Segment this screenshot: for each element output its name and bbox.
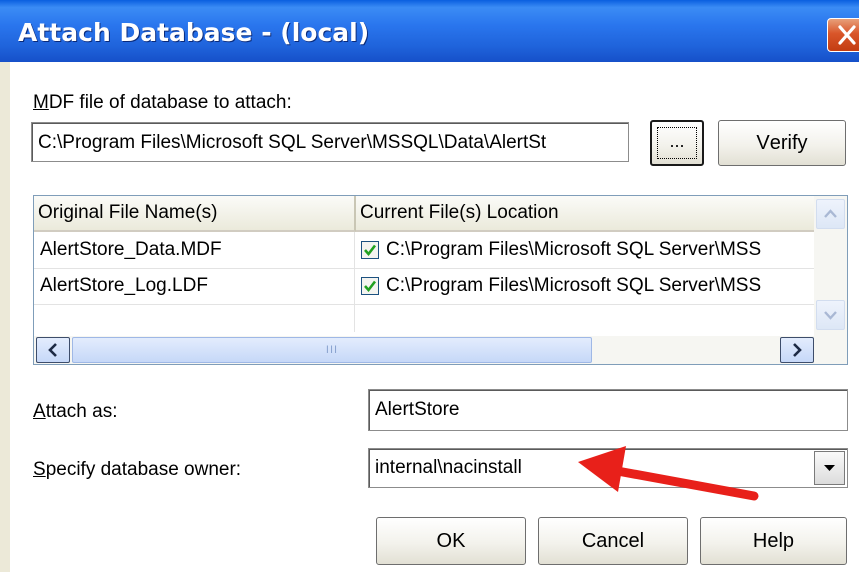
scroll-grip: III: [325, 344, 339, 356]
column-header-original-name[interactable]: Original File Name(s): [34, 196, 356, 232]
database-files-list[interactable]: Original File Name(s) Current File(s) Lo…: [33, 195, 848, 365]
close-icon: [838, 25, 856, 45]
chevron-down-icon: [824, 311, 837, 320]
database-owner-label: Specify database owner:: [33, 459, 241, 481]
attach-as-input[interactable]: AlertStore: [368, 389, 848, 431]
verify-label: erify: [769, 131, 808, 154]
file-name-cell: AlertStore_Data.MDF: [40, 239, 222, 260]
chevron-left-icon: [48, 343, 57, 357]
attach-as-accesskey: A: [33, 401, 46, 422]
owner-accesskey: S: [33, 459, 46, 480]
browse-focus-rect: [657, 127, 697, 159]
owner-value: internal\nacinstall: [375, 457, 522, 478]
annotation-arrow: [578, 446, 759, 501]
browse-button[interactable]: ...: [650, 120, 704, 166]
attach-as-value: AlertStore: [375, 399, 460, 420]
attach-as-text: ttach as:: [45, 401, 118, 422]
cancel-button[interactable]: Cancel: [538, 517, 688, 565]
ok-button[interactable]: OK: [376, 517, 526, 565]
scroll-right-button[interactable]: [780, 337, 814, 363]
file-location-cell: C:\Program Files\Microsoft SQL Server\MS…: [386, 275, 762, 296]
horizontal-scrollbar[interactable]: III: [34, 336, 847, 364]
grid-line: [354, 232, 355, 332]
verify-accesskey: V: [756, 131, 770, 154]
title-bar[interactable]: Attach Database - (local): [0, 0, 859, 62]
window-title: Attach Database - (local): [18, 18, 370, 47]
scroll-thumb[interactable]: III: [72, 337, 592, 363]
scroll-left-button[interactable]: [36, 337, 70, 363]
mdf-path-value: C:\Program Files\Microsoft SQL Server\MS…: [38, 132, 547, 153]
checkmark-icon: [364, 280, 377, 293]
mdf-file-label: MDF file of database to attach:: [33, 92, 292, 114]
attach-database-dialog: Attach Database - (local) MDF file of da…: [0, 0, 859, 572]
help-button[interactable]: Help: [700, 517, 847, 565]
close-button[interactable]: [827, 18, 859, 52]
file-name-cell: AlertStore_Log.LDF: [40, 275, 208, 296]
attach-as-label: Attach as:: [33, 401, 118, 423]
checkmark-icon: [364, 244, 377, 257]
vertical-scrollbar[interactable]: [814, 196, 847, 336]
grid-line: [34, 304, 814, 305]
chevron-up-icon: [824, 209, 837, 218]
owner-text: pecify database owner:: [45, 459, 242, 480]
mdf-label-text: DF file of database to attach:: [48, 92, 292, 113]
scroll-up-button[interactable]: [816, 199, 845, 229]
file-checkbox[interactable]: [361, 241, 379, 259]
file-location-cell: C:\Program Files\Microsoft SQL Server\MS…: [386, 239, 762, 260]
mdf-label-accesskey: M: [33, 92, 49, 113]
column-header-current-location[interactable]: Current File(s) Location: [356, 196, 814, 232]
verify-button[interactable]: Verify: [718, 120, 846, 166]
owner-dropdown-button[interactable]: [814, 451, 845, 485]
scroll-down-button[interactable]: [816, 300, 845, 330]
file-checkbox[interactable]: [361, 277, 379, 295]
mdf-path-input[interactable]: C:\Program Files\Microsoft SQL Server\MS…: [31, 122, 629, 162]
chevron-right-icon: [793, 343, 802, 357]
dropdown-arrow-icon: [824, 465, 835, 471]
